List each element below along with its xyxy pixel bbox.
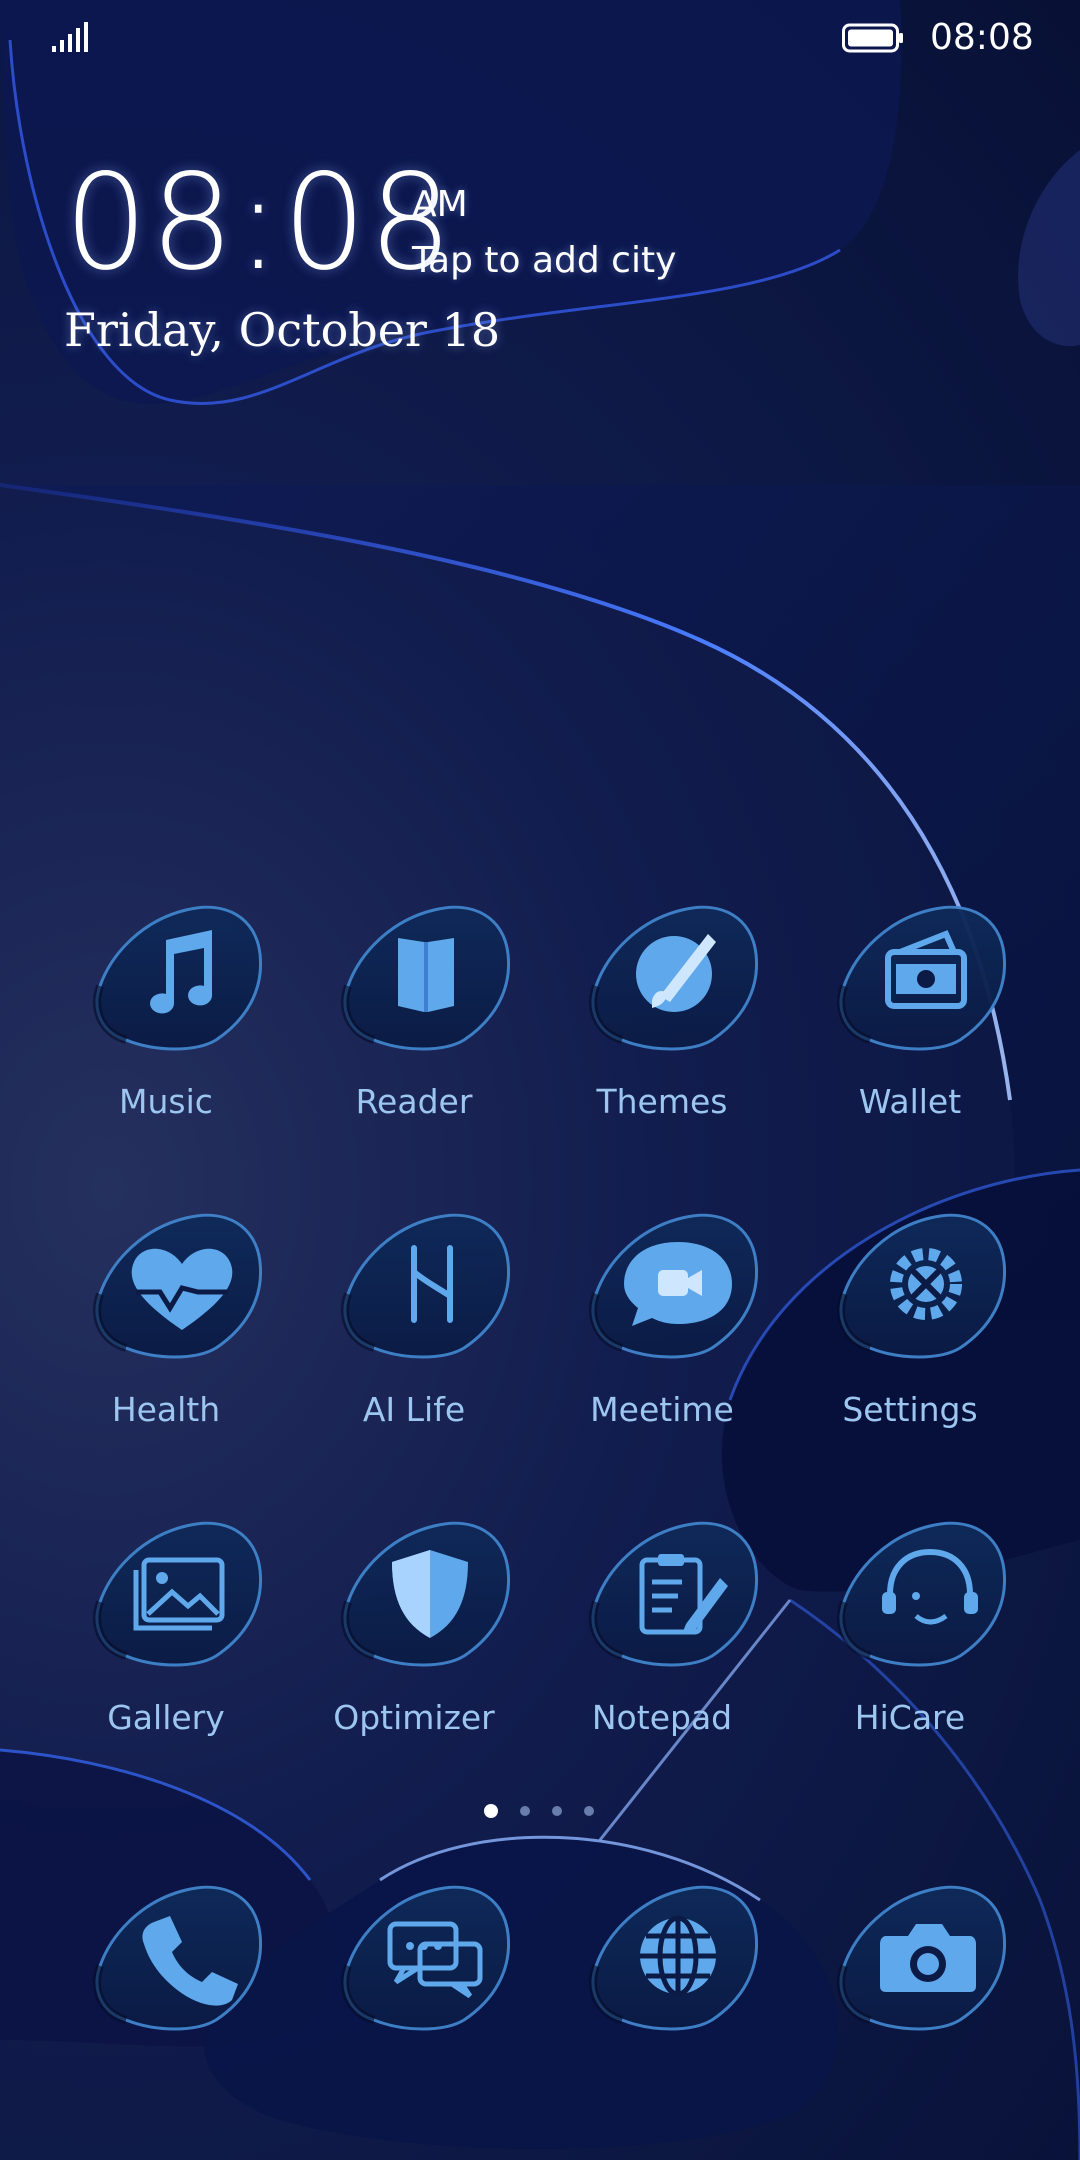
- app-settings[interactable]: Settings: [800, 1208, 1020, 1468]
- camera-icon[interactable]: [830, 1880, 1010, 2040]
- paintbrush-icon[interactable]: [582, 900, 762, 1060]
- ai-life-icon[interactable]: [334, 1208, 514, 1368]
- page-indicator[interactable]: [480, 1800, 600, 1824]
- app-label: Meetime: [590, 1390, 734, 1429]
- app-ai-life[interactable]: AI Life: [304, 1208, 524, 1468]
- app-label: Gallery: [107, 1698, 225, 1737]
- app-reader[interactable]: Reader: [304, 900, 524, 1160]
- app-label: HiCare: [854, 1698, 966, 1737]
- clock-time[interactable]: 08:08: [64, 148, 454, 298]
- app-wallet[interactable]: Wallet: [800, 900, 1020, 1160]
- app-messages[interactable]: [304, 1880, 524, 2140]
- app-phone[interactable]: [56, 1880, 276, 2140]
- app-camera[interactable]: [800, 1880, 1020, 2140]
- image-icon[interactable]: [86, 1516, 266, 1676]
- phone-icon[interactable]: [86, 1880, 266, 2040]
- notepad-icon[interactable]: [582, 1516, 762, 1676]
- video-chat-icon[interactable]: [582, 1208, 762, 1368]
- shield-icon[interactable]: [334, 1516, 514, 1676]
- heart-icon[interactable]: [86, 1208, 266, 1368]
- messages-icon[interactable]: [334, 1880, 514, 2040]
- clock-date[interactable]: Friday, October 18: [64, 300, 500, 360]
- app-hicare[interactable]: HiCare: [800, 1516, 1020, 1776]
- app-optimizer[interactable]: Optimizer: [304, 1516, 524, 1776]
- clock-ampm: AM: [412, 184, 468, 225]
- app-label: Music: [119, 1082, 213, 1121]
- add-city-link[interactable]: Tap to add city: [412, 238, 676, 284]
- browser-globe-icon[interactable]: [582, 1880, 762, 2040]
- page-dot-4[interactable]: [584, 1806, 594, 1816]
- app-gallery[interactable]: Gallery: [56, 1516, 276, 1776]
- app-notepad[interactable]: Notepad: [552, 1516, 772, 1776]
- gear-tools-icon[interactable]: [830, 1208, 1010, 1368]
- headset-icon[interactable]: [830, 1516, 1010, 1676]
- app-label: Reader: [355, 1082, 473, 1121]
- app-themes[interactable]: Themes: [552, 900, 772, 1160]
- app-health[interactable]: Health: [56, 1208, 276, 1468]
- app-label: Notepad: [591, 1698, 733, 1737]
- app-label: Health: [111, 1390, 221, 1429]
- app-browser-globe[interactable]: [552, 1880, 772, 2140]
- app-label: Themes: [596, 1082, 728, 1121]
- app-label: Optimizer: [333, 1698, 495, 1737]
- status-time: 08:08: [930, 17, 1034, 58]
- book-icon[interactable]: [334, 900, 514, 1060]
- page-dot-3[interactable]: [552, 1806, 562, 1816]
- app-label: Wallet: [858, 1082, 962, 1121]
- page-dot-1[interactable]: [484, 1804, 498, 1818]
- wallet-icon[interactable]: [830, 900, 1010, 1060]
- app-music[interactable]: Music: [56, 900, 276, 1160]
- app-label: AI Life: [362, 1390, 466, 1429]
- app-label: Settings: [842, 1390, 978, 1429]
- app-meetime[interactable]: Meetime: [552, 1208, 772, 1468]
- music-note-icon[interactable]: [86, 900, 266, 1060]
- page-dot-2[interactable]: [520, 1806, 530, 1816]
- signal-icon: [52, 22, 88, 52]
- battery-icon: [842, 23, 903, 53]
